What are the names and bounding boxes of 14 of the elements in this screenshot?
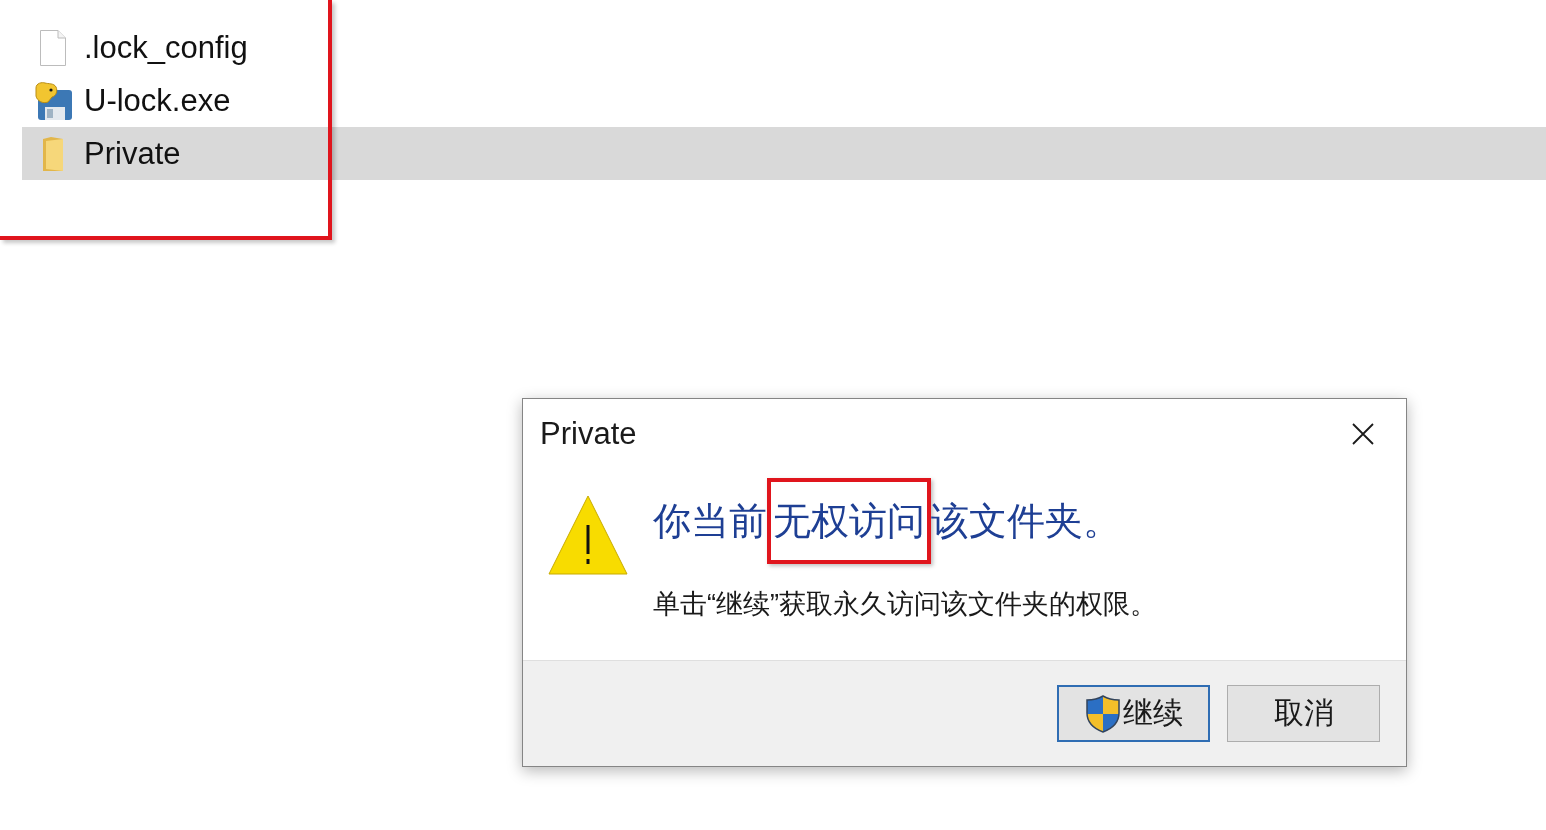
dialog-title: Private	[540, 415, 637, 452]
dialog-heading: 你当前 无权访问 该文件夹。	[653, 478, 1157, 564]
file-item[interactable]: U-lock.exe	[22, 74, 1546, 127]
file-item[interactable]: .lock_config	[22, 21, 1546, 74]
dialog-message: 单击“继续”获取永久访问该文件夹的权限。	[653, 588, 1157, 621]
shield-icon	[1084, 694, 1121, 733]
warning-icon	[548, 495, 628, 575]
floppy-disk-icon	[34, 81, 72, 120]
cancel-button[interactable]: 取消	[1227, 685, 1380, 742]
folder-icon	[43, 136, 63, 171]
document-icon	[40, 29, 66, 66]
continue-button[interactable]: 继续	[1057, 685, 1210, 742]
close-icon	[1352, 422, 1374, 445]
file-item[interactable]: Private	[22, 127, 1546, 180]
